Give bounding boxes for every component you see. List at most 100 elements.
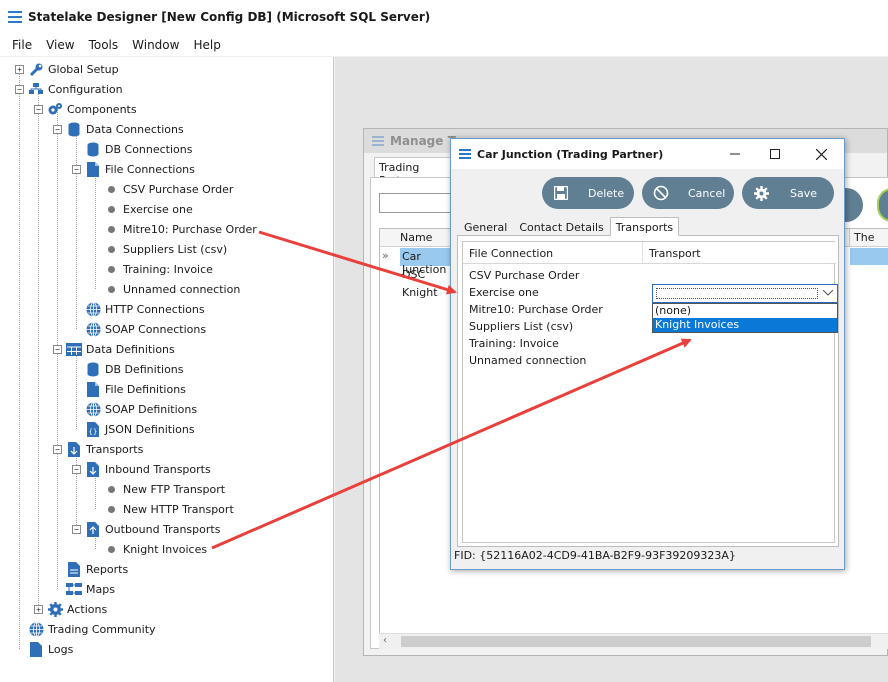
hidden-action-button[interactable] bbox=[877, 188, 888, 222]
grid-header-the[interactable]: The bbox=[850, 229, 888, 247]
fid-label: FID: {52116A02-4CD9-41BA-B2F9-93F3920932… bbox=[454, 549, 736, 562]
tree-item-file-connections[interactable]: File Connections bbox=[85, 159, 195, 179]
dialog-titlebar: Car Junction (Trading Partner) bbox=[451, 139, 844, 169]
collapse-toggle[interactable]: − bbox=[53, 445, 62, 454]
gears-icon bbox=[47, 101, 63, 117]
tree-guide bbox=[19, 69, 20, 649]
collapse-toggle[interactable]: − bbox=[53, 345, 62, 354]
map-icon bbox=[66, 581, 82, 597]
dropdown-option-selected[interactable]: Knight Invoices bbox=[653, 318, 837, 332]
tree-item-file-connection[interactable]: Training: Invoice bbox=[104, 259, 213, 279]
grid-row[interactable]: Training: Invoice bbox=[469, 337, 559, 354]
grid-row[interactable]: Knight bbox=[400, 284, 438, 302]
tree-item-maps[interactable]: Maps bbox=[66, 579, 115, 599]
tree-guide bbox=[76, 349, 77, 429]
window-title: Statelake Designer [New Config DB] (Micr… bbox=[28, 10, 431, 24]
tree-item-http-connections[interactable]: HTTP Connections bbox=[85, 299, 205, 319]
tree-item-actions[interactable]: Actions bbox=[47, 599, 107, 619]
tree-item-outbound-transport[interactable]: Knight Invoices bbox=[104, 539, 207, 559]
menu-tools[interactable]: Tools bbox=[89, 38, 119, 52]
maximize-icon bbox=[770, 149, 780, 159]
grid-row[interactable]: Mitre10: Purchase Order bbox=[469, 303, 603, 320]
tree-item-file-connection[interactable]: Exercise one bbox=[104, 199, 193, 219]
collapse-toggle[interactable]: − bbox=[34, 105, 43, 114]
app-logo-icon bbox=[8, 11, 22, 23]
tree-item-data-connections[interactable]: Data Connections bbox=[66, 119, 184, 139]
tree-item-db-definitions[interactable]: DB Definitions bbox=[85, 359, 184, 379]
grid-row[interactable]: CSV Purchase Order bbox=[469, 269, 579, 286]
tab-transports[interactable]: Transports bbox=[609, 217, 680, 236]
save-button[interactable]: Save bbox=[742, 177, 834, 209]
search-input[interactable] bbox=[379, 193, 459, 213]
tree-item-outbound-transports[interactable]: Outbound Transports bbox=[85, 519, 220, 539]
chevron-down-icon[interactable] bbox=[822, 286, 834, 299]
tree-item-db-connections[interactable]: DB Connections bbox=[85, 139, 192, 159]
tree-item-file-connection[interactable]: Suppliers List (csv) bbox=[104, 239, 227, 259]
svg-text:{}: {} bbox=[89, 428, 98, 436]
transports-panel: File Connection Transport CSV Purchase O… bbox=[457, 235, 839, 547]
dialog-tabs: General Contact Details Transports bbox=[458, 217, 680, 236]
grid-row[interactable]: DSC bbox=[400, 266, 425, 284]
grid-row[interactable]: Suppliers List (csv) bbox=[469, 320, 573, 337]
tree-item-file-connection[interactable]: CSV Purchase Order bbox=[104, 179, 233, 199]
tree-guide bbox=[76, 449, 77, 529]
menu-help[interactable]: Help bbox=[193, 38, 220, 52]
minimize-icon bbox=[730, 153, 740, 155]
tree-item-soap-connections[interactable]: SOAP Connections bbox=[85, 319, 206, 339]
tree-item-logs[interactable]: Logs bbox=[28, 639, 73, 659]
tree-item-file-connection[interactable]: Mitre10: Purchase Order bbox=[104, 219, 257, 239]
expand-toggle[interactable]: + bbox=[15, 65, 24, 74]
delete-button[interactable]: Delete bbox=[542, 177, 634, 209]
tree-item-trading-community[interactable]: Trading Community bbox=[28, 619, 156, 639]
collapse-toggle[interactable]: − bbox=[72, 165, 81, 174]
tab-contact-details[interactable]: Contact Details bbox=[513, 217, 609, 236]
transport-select[interactable] bbox=[652, 284, 838, 303]
tab-general[interactable]: General bbox=[458, 217, 513, 236]
json-file-icon: {} bbox=[85, 421, 101, 437]
maximize-button[interactable] bbox=[755, 139, 795, 169]
collapse-toggle[interactable]: − bbox=[15, 85, 24, 94]
collapse-toggle[interactable]: − bbox=[72, 465, 81, 474]
tree-item-file-connection[interactable]: Unnamed connection bbox=[104, 279, 240, 299]
horizontal-scrollbar[interactable]: ‹ bbox=[379, 633, 888, 649]
navigation-tree: + Global Setup − Configuration − Compone… bbox=[0, 57, 334, 682]
expand-toggle[interactable]: + bbox=[34, 605, 43, 614]
globe-icon bbox=[85, 401, 101, 417]
scroll-left-icon[interactable]: ‹ bbox=[383, 635, 387, 646]
cancel-button[interactable]: Cancel bbox=[642, 177, 734, 209]
minimize-button[interactable] bbox=[715, 139, 755, 169]
tree-item-inbound-transports[interactable]: Inbound Transports bbox=[85, 459, 211, 479]
menu-bar: File View Tools Window Help bbox=[0, 34, 888, 56]
menu-file[interactable]: File bbox=[12, 38, 32, 52]
cancel-icon bbox=[650, 182, 672, 204]
tree-item-file-definitions[interactable]: File Definitions bbox=[85, 379, 186, 399]
menu-view[interactable]: View bbox=[46, 38, 74, 52]
collapse-toggle[interactable]: − bbox=[72, 525, 81, 534]
grid-row[interactable]: Exercise one bbox=[469, 286, 539, 303]
tree-item-global-setup[interactable]: Global Setup bbox=[28, 59, 119, 79]
scrollbar-thumb[interactable] bbox=[401, 636, 871, 647]
floppy-disk-icon bbox=[550, 182, 572, 204]
grid-row[interactable]: Unnamed connection bbox=[469, 354, 586, 371]
globe-icon bbox=[28, 621, 44, 637]
bullet-icon bbox=[108, 185, 115, 193]
tree-item-configuration[interactable]: Configuration bbox=[28, 79, 123, 99]
grid-header-file-connection[interactable]: File Connection bbox=[463, 242, 643, 264]
tree-item-data-definitions[interactable]: Data Definitions bbox=[66, 339, 175, 359]
tree-item-components[interactable]: Components bbox=[47, 99, 137, 119]
menu-window[interactable]: Window bbox=[132, 38, 179, 52]
log-icon bbox=[28, 641, 44, 657]
tree-item-soap-definitions[interactable]: SOAP Definitions bbox=[85, 399, 197, 419]
dropdown-option[interactable]: (none) bbox=[653, 304, 837, 318]
grid-header-transport[interactable]: Transport bbox=[643, 242, 836, 264]
tree-item-inbound-transport[interactable]: New FTP Transport bbox=[104, 479, 225, 499]
tree-item-reports[interactable]: Reports bbox=[66, 559, 128, 579]
tree-item-json-definitions[interactable]: {} JSON Definitions bbox=[85, 419, 195, 439]
close-button[interactable] bbox=[801, 139, 841, 169]
tree-item-transports[interactable]: Transports bbox=[66, 439, 143, 459]
bullet-icon bbox=[108, 485, 115, 493]
tree-item-inbound-transport[interactable]: New HTTP Transport bbox=[104, 499, 234, 519]
window-titlebar: Statelake Designer [New Config DB] (Micr… bbox=[0, 0, 888, 34]
table-icon bbox=[66, 341, 82, 357]
collapse-toggle[interactable]: − bbox=[53, 125, 62, 134]
